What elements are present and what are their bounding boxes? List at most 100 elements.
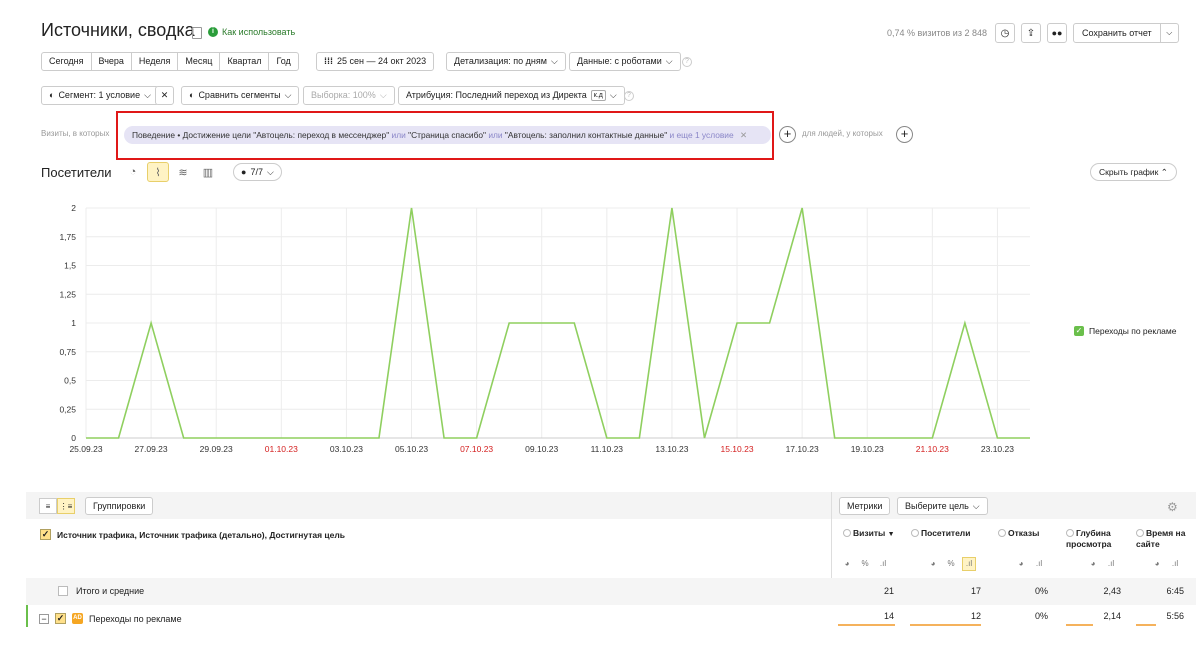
col-visits-label: Визиты (853, 528, 886, 538)
help-icon[interactable]: ? (624, 91, 634, 101)
percent-icon[interactable]: % (944, 557, 958, 571)
bar-chart-icon[interactable]: .ıl (1168, 557, 1182, 571)
visits-share: 0,74 % визитов из 2 848 (887, 28, 987, 38)
total-visits: 21 (883, 586, 894, 596)
x-tick-label: 17.10.23 (786, 444, 819, 454)
chevron-down-icon: ⌵ (284, 90, 292, 100)
col-visitors[interactable]: Посетители (911, 528, 970, 539)
save-report-button[interactable]: Сохранить отчет ⌵ (1073, 23, 1179, 43)
visitors-view-icons: ◕ % .ıl (926, 557, 976, 571)
add-visit-condition-button[interactable]: + (779, 126, 796, 143)
x-tick-label: 25.09.23 (69, 444, 102, 454)
export-button[interactable]: ⇪ (1021, 23, 1041, 43)
series-count-dropdown[interactable]: ● 7/7 ⌵ (233, 163, 282, 181)
gear-icon[interactable]: ⚙ (1167, 500, 1178, 514)
time-view-icons: ◕ .ıl (1150, 557, 1182, 571)
clear-segment-button[interactable]: ✕ (155, 86, 174, 105)
ads-visits: 14 (883, 611, 894, 621)
col-bounces[interactable]: Отказы (998, 528, 1039, 539)
visitors-line-chart: 0 0,25 0,5 0,75 1 1,25 1,5 1,75 2 25.09.23 27.09.2… (59, 203, 1030, 454)
total-label: Итого и средние (76, 586, 145, 596)
attribution-label: Атрибуция: Последний переход из Директа (406, 90, 587, 100)
total-visitors: 17 (970, 586, 981, 596)
goal-dropdown[interactable]: Выберите цель ⌵ (897, 497, 988, 515)
dimension-header[interactable]: ✓ Источник трафика, Источник трафика (де… (40, 529, 345, 540)
groupings-button[interactable]: Группировки (85, 497, 154, 515)
compare-icon: ◐ (189, 90, 195, 100)
pie-chart-icon[interactable]: ◕ (1014, 557, 1028, 571)
x-tick-label: 19.10.23 (851, 444, 884, 454)
col-visits[interactable]: Визиты ▼ (843, 528, 895, 540)
bar-chart-icon[interactable]: ▥ (197, 162, 219, 182)
attribution-dropdown[interactable]: Атрибуция: Последний переход из Директа … (398, 86, 625, 105)
legend-item[interactable]: ✓ Переходы по рекламе (1074, 326, 1176, 336)
date-range-button[interactable]: ⁞⁞⁞ 25 сен — 24 окт 2023 (316, 52, 435, 71)
tree-view-icon[interactable]: ⋮≡ (57, 498, 75, 514)
checkbox-checked-icon[interactable]: ✓ (55, 613, 66, 624)
visits-view-icons: ◕ % .ıl (840, 557, 890, 571)
pie-chart-icon[interactable]: ◔ (122, 162, 144, 182)
calendar-icon: ⁞⁞⁞ (324, 56, 333, 66)
series-count: 7/7 (250, 166, 263, 177)
dimension-header-label: Источник трафика, Источник трафика (дета… (57, 529, 345, 540)
period-today[interactable]: Сегодня (42, 53, 92, 70)
visits-share-bar (838, 624, 895, 626)
chevron-up-icon: ⌃ (1160, 167, 1168, 177)
compare-segments-dropdown[interactable]: ◐ Сравнить сегменты ⌵ (181, 86, 300, 105)
visitors-share-bar (910, 624, 981, 626)
period-month[interactable]: Месяц (178, 53, 221, 70)
total-depth: 2,43 (1103, 586, 1121, 596)
percent-icon[interactable]: % (858, 557, 872, 571)
period-week[interactable]: Неделя (132, 53, 179, 70)
metrics-button[interactable]: Метрики (839, 497, 891, 515)
bar-chart-icon[interactable]: .ıl (876, 557, 890, 571)
x-tick-label: 29.09.23 (200, 444, 233, 454)
how-to-use-link[interactable]: i Как использовать (208, 27, 295, 37)
col-time[interactable]: Время на сайте (1136, 528, 1188, 550)
total-label-cell: Итого и средние (58, 586, 144, 596)
detail-dropdown[interactable]: Детализация: по дням ⌵ (446, 52, 566, 71)
col-depth[interactable]: Глубина просмотра (1066, 528, 1126, 550)
how-to-use-label: Как использовать (222, 27, 296, 37)
area-chart-icon[interactable]: ≋ (172, 162, 194, 182)
hide-graph-button[interactable]: Скрыть график ⌃ (1090, 163, 1177, 181)
comment-icon: ● (241, 166, 247, 177)
date-range-label: 25 сен — 24 окт 2023 (337, 56, 427, 66)
help-icon[interactable]: ? (682, 57, 692, 67)
x-tick-label: 05.10.23 (395, 444, 428, 454)
sample-dropdown[interactable]: Выборка: 100% ⌵ (303, 86, 395, 105)
line-chart-icon[interactable]: ⌇ (147, 162, 169, 182)
period-quarter[interactable]: Квартал (220, 53, 270, 70)
total-bounces: 0% (1034, 586, 1048, 596)
pie-chart-icon[interactable]: ◕ (926, 557, 940, 571)
pie-chart-icon[interactable]: ◕ (840, 557, 854, 571)
history-clock-button[interactable]: ◷ (995, 23, 1015, 43)
data-mode-dropdown[interactable]: Данные: с роботами ⌵ (569, 52, 681, 71)
y-tick-label: 1,75 (59, 232, 76, 242)
collapse-icon[interactable]: − (39, 613, 49, 624)
pie-chart-icon[interactable]: ◕ (1150, 557, 1164, 571)
add-people-condition-button[interactable]: + (896, 126, 913, 143)
info-icon: i (208, 27, 218, 37)
period-year[interactable]: Год (269, 53, 297, 70)
checkbox-checked-icon[interactable]: ✓ (40, 529, 51, 540)
checkbox-checked-icon[interactable]: ✓ (1074, 326, 1084, 336)
bar-chart-icon[interactable]: .ıl (1104, 557, 1118, 571)
bookmark-icon[interactable] (192, 27, 202, 39)
bar-chart-icon[interactable]: .ıl (1032, 557, 1046, 571)
assistant-button[interactable]: ●● (1047, 23, 1067, 43)
segment-dropdown[interactable]: ◐ Сегмент: 1 условие ⌵ (41, 86, 159, 105)
goal-label: Выберите цель (905, 500, 969, 511)
upload-icon: ⇪ (1026, 27, 1036, 39)
chevron-down-icon[interactable]: ⌵ (1161, 28, 1178, 38)
chevron-down-icon: ⌵ (972, 500, 980, 511)
ads-time: 5:56 (1166, 611, 1184, 621)
period-yesterday[interactable]: Вчера (92, 53, 132, 70)
pie-chart-icon[interactable]: ◕ (1086, 557, 1100, 571)
period-selector: Сегодня Вчера Неделя Месяц Квартал Год (41, 52, 299, 71)
checkbox-icon[interactable] (58, 586, 68, 596)
bar-chart-icon[interactable]: .ıl (962, 557, 976, 571)
list-view-icon[interactable]: ≡ (39, 498, 57, 514)
ads-depth: 2,14 (1103, 611, 1121, 621)
chevron-down-icon: ⌵ (266, 166, 274, 177)
